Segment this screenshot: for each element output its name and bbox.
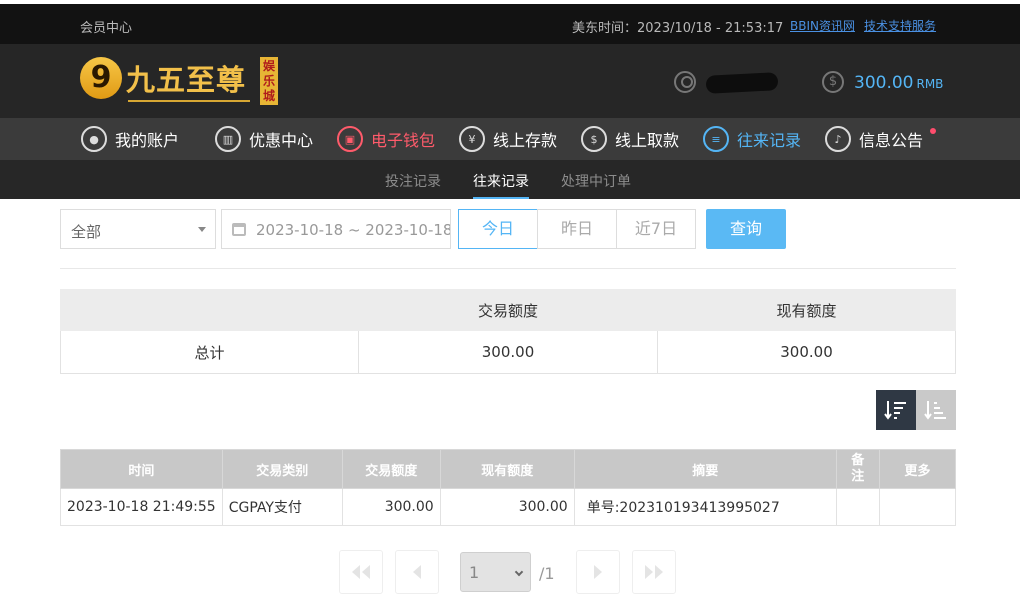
nav-transaction-records[interactable]: ≡ 往来记录 [703, 118, 801, 160]
sort-ascending-icon [924, 401, 946, 420]
tech-support-link[interactable]: 技术支持服务 [864, 17, 936, 34]
cell-balance: 300.00 [439, 488, 575, 526]
caret-down-icon [198, 227, 206, 232]
sort-descending-icon [884, 401, 906, 420]
col-amount: 交易额度 [341, 449, 441, 489]
page-total: /1 [539, 564, 555, 583]
double-chevron-right-icon [645, 565, 663, 579]
nav-e-wallet[interactable]: ▣ 电子钱包 [337, 118, 435, 160]
nav-label: 信息公告 [859, 131, 924, 150]
records-table: 时间 交易类别 交易额度 现有额度 摘要 备注 更多 2023-10-18 21… [60, 449, 957, 526]
chevron-down-icon [514, 567, 524, 577]
cell-note [835, 488, 880, 526]
cell-amount: 300.00 [341, 488, 441, 526]
logo-badge: 娱乐城 [260, 57, 278, 105]
summary-header-blank [60, 289, 359, 331]
nav-label: 电子钱包 [371, 131, 436, 150]
logo-emblem: 9 [80, 57, 122, 99]
yesterday-button[interactable]: 昨日 [537, 209, 617, 249]
today-button[interactable]: 今日 [458, 209, 538, 249]
member-center-link[interactable]: 会员中心 [80, 17, 132, 36]
summary-header-row: 交易额度 现有额度 [60, 289, 956, 331]
sort-descending-button[interactable] [876, 390, 916, 430]
tab-transaction-records[interactable]: 往来记录 [473, 171, 529, 199]
balance-amount: 300.00 [854, 73, 914, 93]
record-icon: ≡ [703, 126, 729, 152]
cell-type: CGPAY支付 [221, 488, 343, 526]
prev-page-button[interactable] [395, 550, 439, 594]
next-page-button[interactable] [576, 550, 620, 594]
query-button[interactable]: 查询 [706, 209, 786, 249]
transaction-type-select[interactable]: 全部 [60, 209, 216, 249]
summary-row: 总计 300.00 300.00 [60, 330, 956, 374]
cell-time: 2023-10-18 21:49:55 [60, 488, 223, 526]
wallet-icon: ▣ [337, 126, 363, 152]
sort-ascending-button[interactable] [916, 390, 956, 430]
username-redacted [705, 72, 779, 94]
summary-table: 交易额度 现有额度 总计 300.00 300.00 [60, 289, 956, 374]
main-nav: ● 我的账户 ▥ 优惠中心 ▣ 电子钱包 ¥ 线上存款 $ 线上取款 ≡ 往来记… [0, 118, 1020, 160]
nav-announcements[interactable]: ♪ 信息公告 [825, 118, 923, 160]
col-time: 时间 [60, 449, 223, 489]
nav-label: 我的账户 [115, 131, 180, 150]
col-summary: 摘要 [573, 449, 837, 489]
logo-text: 九五至尊 [126, 63, 247, 97]
chevron-left-icon [413, 565, 421, 579]
sub-nav: 投注记录 往来记录 处理中订单 [0, 160, 1020, 199]
deposit-icon: ¥ [459, 126, 485, 152]
dollar-icon: $ [822, 71, 844, 93]
chevron-right-icon [594, 565, 602, 579]
table-row: 2023-10-18 21:49:55 CGPAY支付 300.00 300.0… [60, 488, 957, 526]
summary-header-trade: 交易额度 [358, 289, 658, 331]
summary-trade-amount: 300.00 [358, 330, 658, 374]
nav-label: 线上取款 [615, 131, 680, 150]
cell-summary: 单号:202310193413995027 [573, 488, 837, 526]
nav-label: 线上存款 [493, 131, 558, 150]
calendar-icon [232, 223, 246, 236]
wallet-balance: 300.00 RMB [854, 73, 943, 93]
gift-icon: ▥ [215, 126, 241, 152]
col-more: 更多 [878, 449, 957, 489]
nav-my-account[interactable]: ● 我的账户 [81, 118, 179, 160]
last-7-days-button[interactable]: 近7日 [616, 209, 696, 249]
user-icon: ● [81, 126, 107, 152]
nav-label: 优惠中心 [249, 131, 314, 150]
tab-bet-records[interactable]: 投注记录 [385, 171, 441, 191]
top-bar: 会员中心 美东时间：2023/10/18 - 21:53:17 BBIN资讯网 … [0, 4, 1020, 44]
nav-promotions[interactable]: ▥ 优惠中心 [215, 118, 313, 160]
us-east-time: 美东时间：2023/10/18 - 21:53:17 [572, 21, 784, 36]
balance-currency: RMB [916, 77, 944, 91]
nav-online-deposit[interactable]: ¥ 线上存款 [459, 118, 557, 160]
summary-current-amount: 300.00 [657, 330, 956, 374]
col-balance: 现有额度 [439, 449, 575, 489]
withdraw-icon: $ [581, 126, 607, 152]
tab-pending-orders[interactable]: 处理中订单 [561, 171, 631, 191]
summary-total-label: 总计 [60, 330, 359, 374]
user-icon [674, 71, 696, 93]
col-note: 备注 [835, 449, 880, 489]
bell-icon: ♪ [825, 126, 851, 152]
first-page-button[interactable] [339, 550, 383, 594]
records-header-row: 时间 交易类别 交易额度 现有额度 摘要 备注 更多 [60, 449, 957, 489]
bbin-news-link[interactable]: BBIN资讯网 [790, 17, 855, 34]
current-page: 1 [469, 563, 480, 582]
double-chevron-left-icon [352, 565, 370, 579]
nav-label: 往来记录 [737, 131, 802, 150]
date-range-value: 2023-10-18 ~ 2023-10-18 [256, 221, 451, 239]
select-value: 全部 [71, 223, 102, 241]
logo-ornament [128, 100, 250, 102]
site-logo[interactable]: 9 九五至尊 娱乐城 [80, 55, 280, 111]
notification-dot [930, 128, 936, 134]
header: 9 九五至尊 娱乐城 $ 300.00 RMB [0, 44, 1020, 118]
cell-more[interactable] [878, 488, 957, 526]
col-type: 交易类别 [221, 449, 343, 489]
page-select[interactable]: 1 [460, 552, 531, 592]
date-range-input[interactable]: 2023-10-18 ~ 2023-10-18 [221, 209, 451, 249]
divider [60, 268, 956, 269]
summary-header-current: 现有额度 [657, 289, 956, 331]
last-page-button[interactable] [632, 550, 676, 594]
nav-online-withdraw[interactable]: $ 线上取款 [581, 118, 679, 160]
